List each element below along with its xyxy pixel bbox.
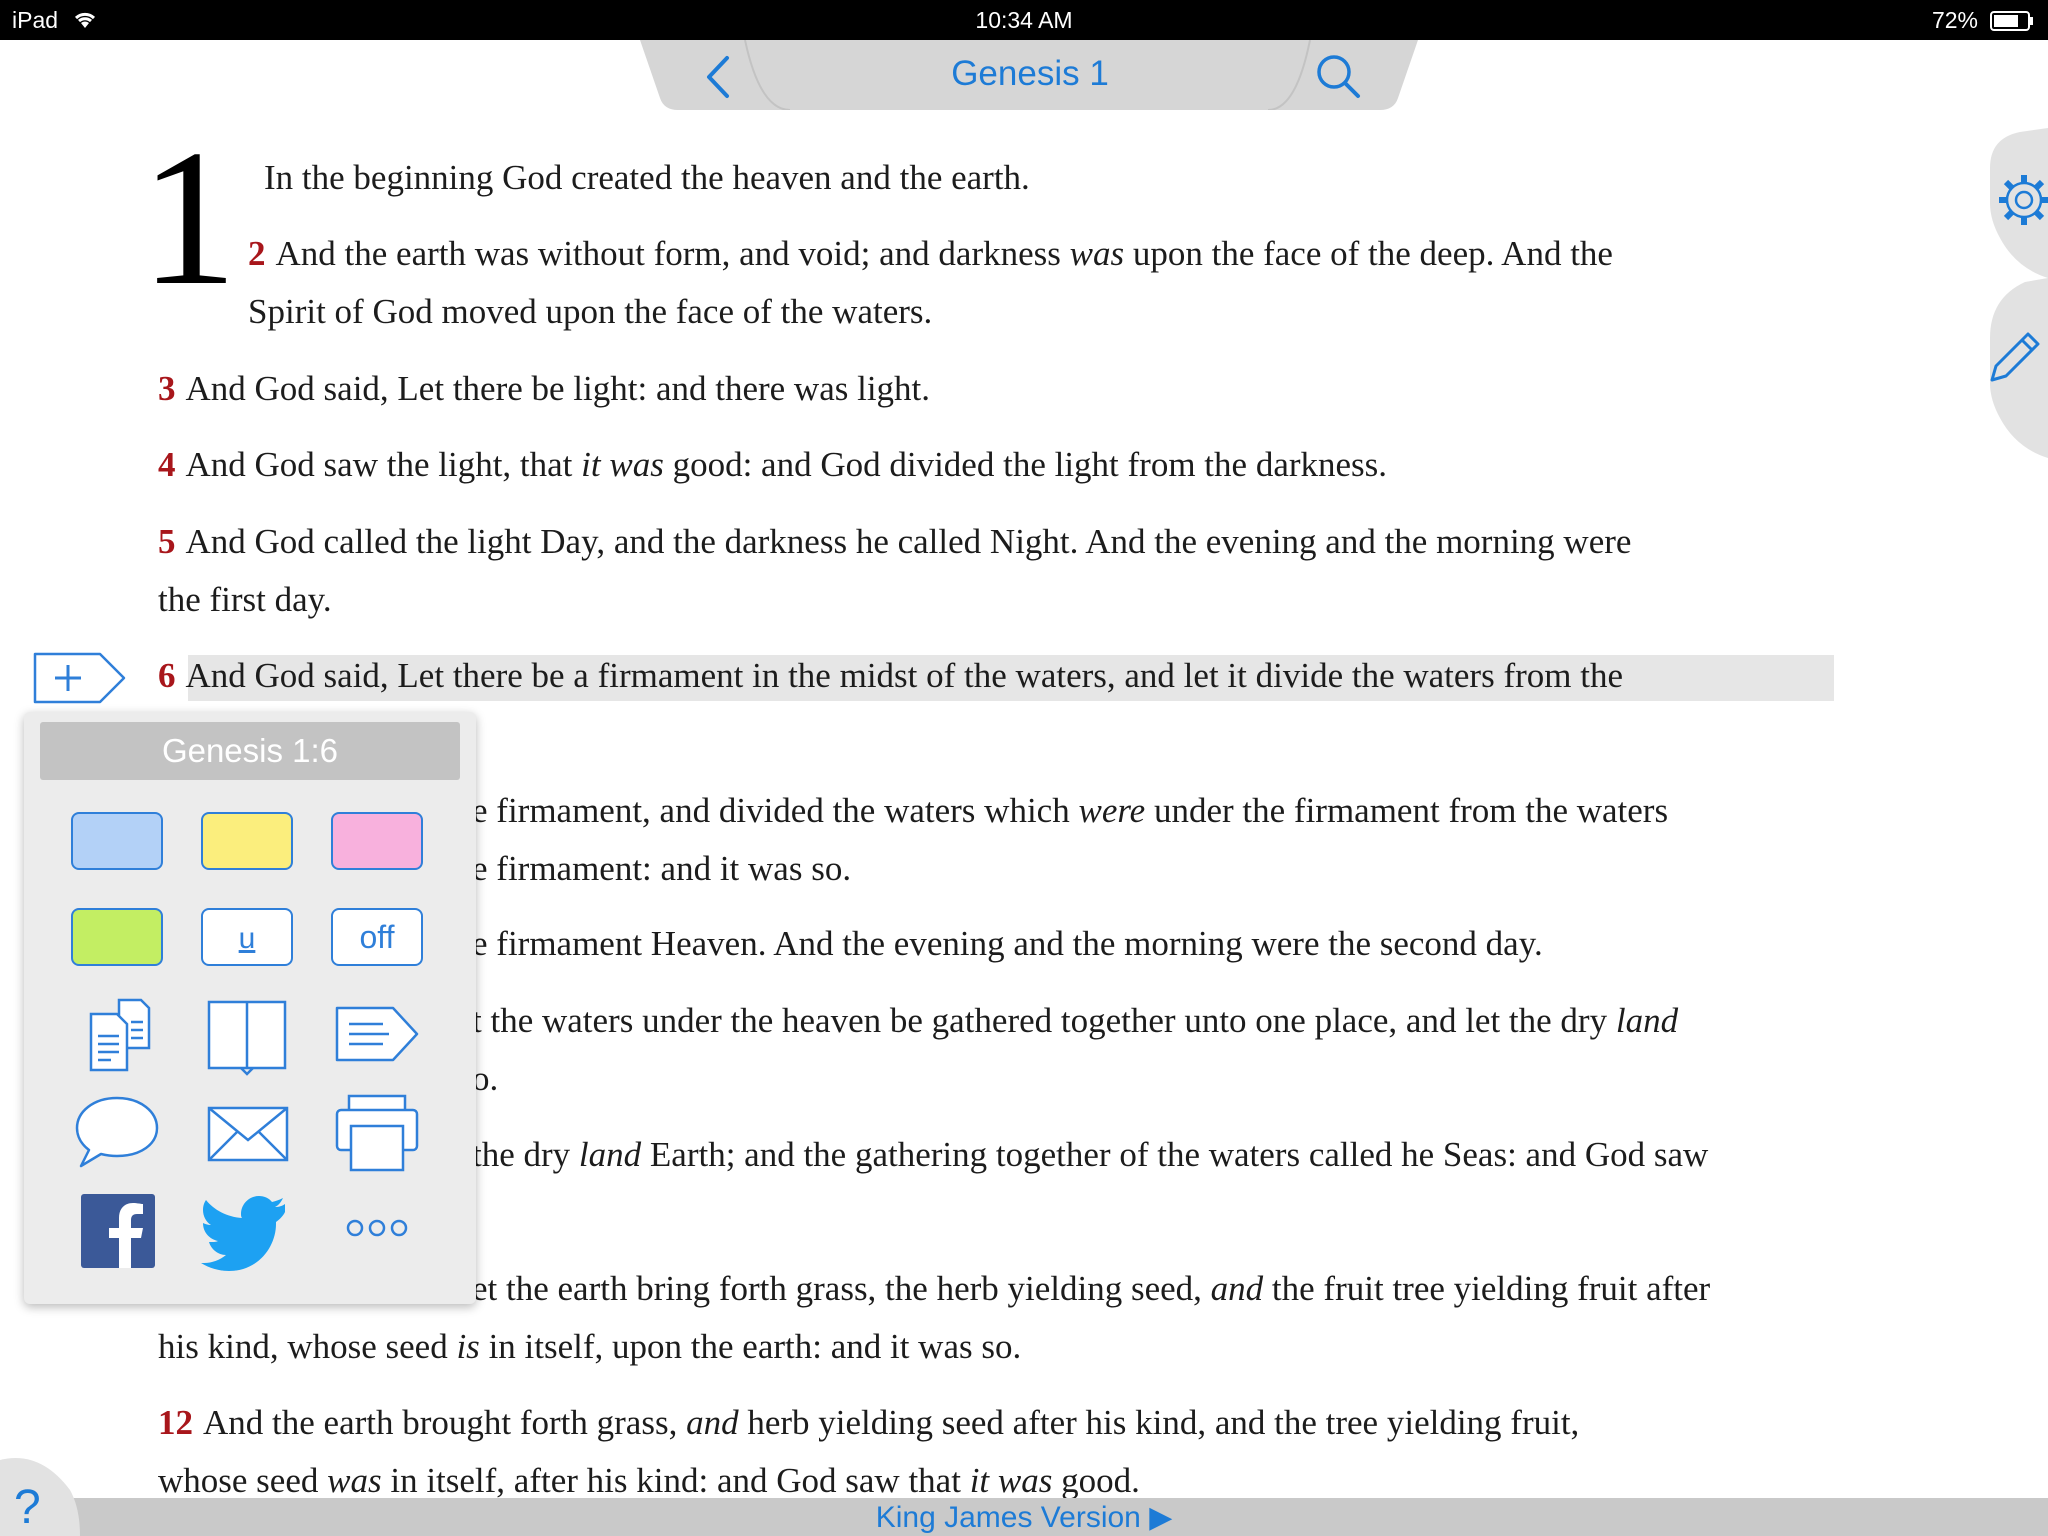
chapter-number: 1 [140,110,238,326]
verse-number: 4 [158,445,176,484]
status-bar: iPad 10:34 AM 72% [0,0,2048,40]
verse-1[interactable]: In the beginning God created the heaven … [264,149,1030,207]
verse-action-popover: Genesis 1:6 u off [24,712,476,1304]
verse-10[interactable]: the dry land Earth; and the gathering to… [472,1126,1708,1184]
tag-note-icon[interactable] [331,992,423,1076]
verse-number: 12 [158,1403,193,1442]
edit-side-tab[interactable] [1970,278,2048,458]
highlight-pink-button[interactable] [331,812,423,870]
highlight-blue-button[interactable] [71,812,163,870]
chapter-title[interactable]: Genesis 1 [790,54,1270,94]
battery-percentage: 72% [1931,7,1978,33]
chapter-nav-tab: Genesis 1 [640,40,1418,110]
verse-number: 3 [158,369,176,408]
verse-8[interactable]: e firmament Heaven. And the evening and … [472,915,1543,973]
verse-7[interactable]: e firmament, and divided the waters whic… [472,782,1668,898]
verse-11-line-2[interactable]: his kind, whose seed is in itself, upon … [158,1318,1021,1376]
highlight-off-button[interactable]: off [331,908,423,966]
verse-5[interactable]: 5 And God called the light Day, and the d… [158,513,1631,629]
verse-6[interactable]: 6 And God said, Let there be a firmament … [158,647,1623,705]
copy-icon[interactable] [71,992,163,1076]
verse-12[interactable]: 12 And the earth brought forth grass, and… [158,1394,1579,1510]
clock: 10:34 AM [975,7,1073,33]
popover-title: Genesis 1:6 [40,722,460,780]
verse-text: In the beginning God created the heaven … [264,158,1030,197]
search-icon[interactable] [1312,50,1364,102]
more-icon[interactable] [331,1188,423,1272]
add-tag-button[interactable] [32,651,128,705]
verse-11[interactable]: et the earth bring forth grass, the herb… [472,1260,1710,1318]
back-chevron-icon[interactable] [695,52,745,102]
highlight-yellow-button[interactable] [201,812,293,870]
verse-3[interactable]: 3 And God said, Let there be light: and t… [158,360,930,418]
twitter-icon[interactable] [201,1188,293,1272]
underline-button[interactable]: u [201,908,293,966]
bible-version-selector[interactable]: King James Version ▶ [0,1500,2048,1535]
print-icon[interactable] [331,1092,423,1176]
book-icon[interactable] [201,992,293,1076]
mail-icon[interactable] [201,1092,293,1176]
battery-icon [1990,11,2033,31]
verse-2[interactable]: 2 And the earth was without form, and voi… [248,225,1613,341]
verse-number: 6 [158,656,176,695]
question-mark-icon: ? [14,1481,41,1534]
settings-side-tab[interactable] [1970,128,2048,278]
speech-bubble-icon[interactable] [71,1092,163,1176]
verse-number: 2 [248,234,266,273]
highlight-green-button[interactable] [71,908,163,966]
verse-number: 5 [158,522,176,561]
verse-4[interactable]: 4 And God saw the light, that it was good… [158,436,1387,494]
bottom-bar: King James Version ▶ [0,1498,2048,1536]
help-button[interactable]: ? [0,1450,80,1536]
facebook-icon[interactable] [71,1188,163,1272]
verse-9[interactable]: t the waters under the heaven be gathere… [472,992,1678,1108]
